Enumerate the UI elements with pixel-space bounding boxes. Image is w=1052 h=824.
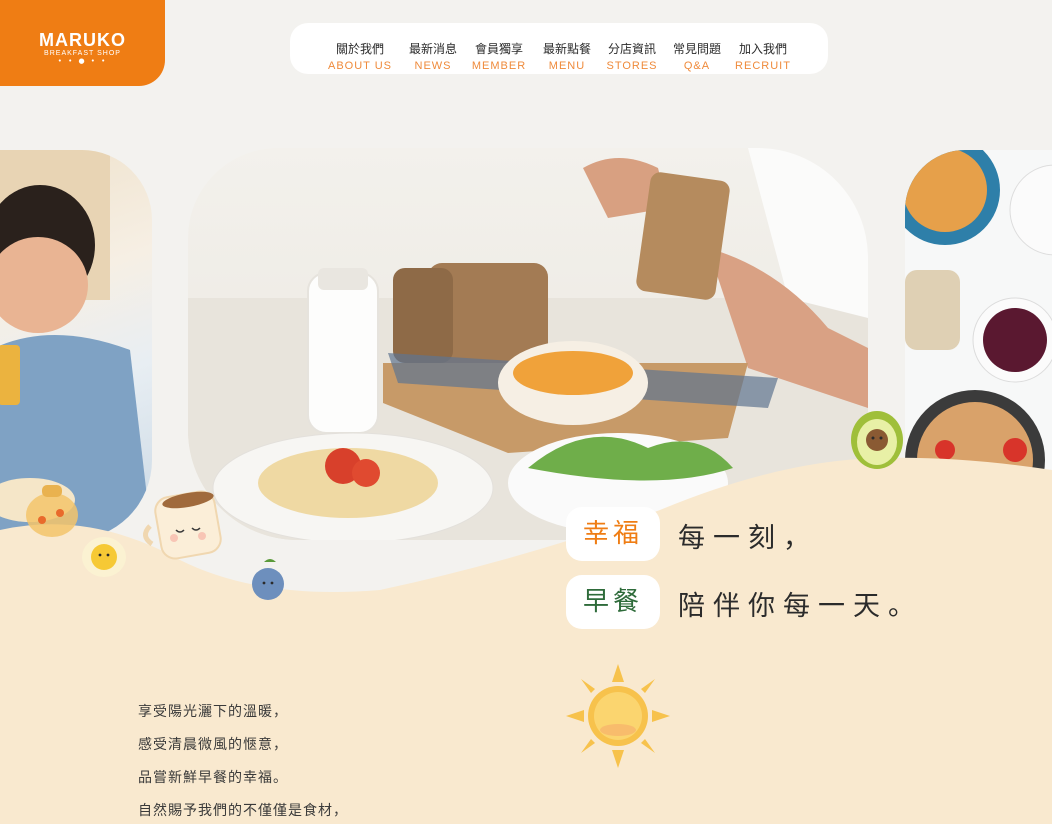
nav-item-qa[interactable]: 常見問題 Q&A xyxy=(668,23,726,74)
main-nav: 關於我們 ABOUT US 最新消息 NEWS 會員獨享 MEMBER 最新點餐… xyxy=(290,23,828,74)
egg-mascot-icon xyxy=(82,537,126,577)
headline-line-2: 陪伴你每一天。 xyxy=(678,591,923,622)
nav-label-zh: 最新點餐 xyxy=(542,42,591,56)
brand-logo[interactable]: MARUKO BREAKFAST SHOP • • ● • • xyxy=(0,0,165,86)
sun-icon xyxy=(566,664,670,768)
headline-line-1: 每一刻， xyxy=(678,523,818,554)
intro-line-2: 感受清晨微風的愜意， xyxy=(138,737,288,753)
nav-label-zh: 最新消息 xyxy=(408,42,457,56)
nav-item-about[interactable]: 關於我們 ABOUT US xyxy=(320,23,400,74)
nav-label-en: RECRUIT xyxy=(735,60,791,72)
intro-line-3: 品嘗新鮮早餐的幸福。 xyxy=(138,770,288,786)
nav-label-zh: 加入我們 xyxy=(738,42,787,56)
avocado-mascot-icon xyxy=(851,411,903,469)
nav-label-en: NEWS xyxy=(414,60,452,72)
logo-wordmark: MARUKO xyxy=(39,30,126,50)
nav-label-en: ABOUT US xyxy=(327,60,393,72)
coffee-mug-mascot-icon xyxy=(143,490,222,560)
nav-label-zh: 分店資訊 xyxy=(607,42,656,56)
logo-dots: • • ● • • xyxy=(57,57,108,65)
nav-label-en: STORES xyxy=(606,60,658,72)
blueberry-mascot-icon xyxy=(252,559,284,600)
nav-item-recruit[interactable]: 加入我們 RECRUIT xyxy=(732,23,794,74)
nav-item-stores[interactable]: 分店資訊 STORES xyxy=(603,23,661,74)
nav-label-zh: 關於我們 xyxy=(335,42,384,56)
intro-line-1: 享受陽光灑下的溫暖， xyxy=(138,704,288,720)
teapot-mascot-icon xyxy=(26,485,78,537)
nav-label-zh: 會員獨享 xyxy=(474,42,523,56)
headline-chip-happiness: 幸福 xyxy=(566,507,660,561)
logo-subtitle: BREAKFAST SHOP xyxy=(44,50,121,57)
nav-item-member[interactable]: 會員獨享 MEMBER xyxy=(468,23,530,74)
nav-label-en: MENU xyxy=(548,60,586,72)
headline-chip-breakfast: 早餐 xyxy=(566,575,660,629)
nav-label-en: Q&A xyxy=(683,60,711,72)
nav-label-zh: 常見問題 xyxy=(672,42,721,56)
nav-label-en: MEMBER xyxy=(471,60,527,72)
nav-item-news[interactable]: 最新消息 NEWS xyxy=(403,23,463,74)
nav-item-menu[interactable]: 最新點餐 MENU xyxy=(537,23,597,74)
intro-line-4: 自然賜予我們的不僅僅是食材， xyxy=(138,803,348,819)
